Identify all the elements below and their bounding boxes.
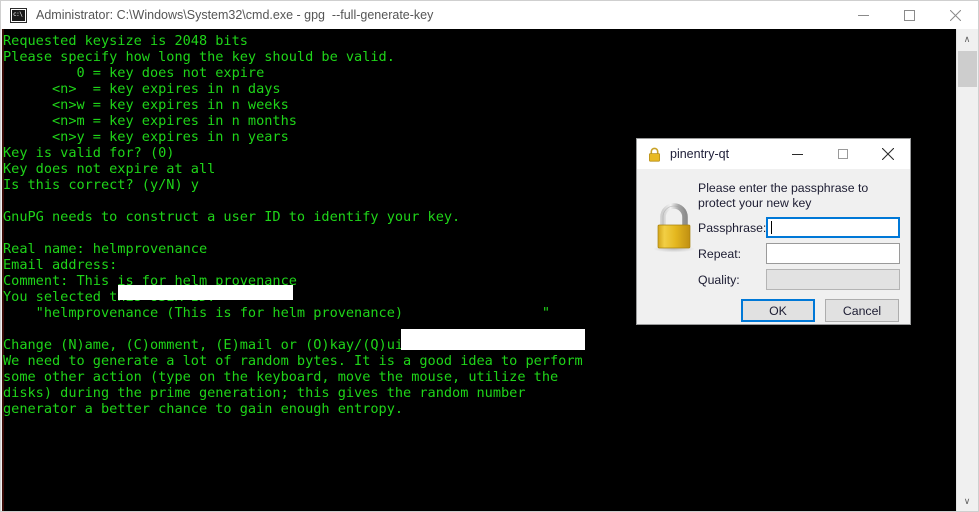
screen: Administrator: C:\Windows\System32\cmd.e… bbox=[0, 0, 979, 512]
text-caret bbox=[771, 221, 772, 234]
repeat-field-row: Repeat: bbox=[698, 243, 900, 264]
maximize-button[interactable] bbox=[886, 1, 932, 29]
cancel-button[interactable]: Cancel bbox=[825, 299, 899, 322]
cmd-title-bar[interactable]: Administrator: C:\Windows\System32\cmd.e… bbox=[1, 1, 978, 29]
scroll-down-icon[interactable]: ∨ bbox=[957, 491, 977, 511]
passphrase-field-row: Passphrase: bbox=[698, 217, 900, 238]
ok-button[interactable]: OK bbox=[741, 299, 815, 322]
dialog-title-bar[interactable]: pinentry-qt bbox=[637, 139, 910, 169]
dialog-close-button[interactable] bbox=[865, 139, 910, 169]
lock-icon bbox=[648, 147, 661, 162]
quality-meter bbox=[766, 269, 900, 290]
passphrase-label: Passphrase: bbox=[698, 220, 767, 235]
quality-label: Quality: bbox=[698, 272, 740, 287]
console-text: Requested keysize is 2048 bits Please sp… bbox=[3, 33, 583, 417]
dialog-window-controls bbox=[775, 139, 910, 169]
close-button[interactable] bbox=[932, 1, 978, 29]
user-id-redaction bbox=[401, 329, 585, 350]
email-address-redaction bbox=[118, 285, 293, 300]
repeat-label: Repeat: bbox=[698, 246, 742, 261]
quality-field-row: Quality: bbox=[698, 269, 900, 290]
cmd-window-title: Administrator: C:\Windows\System32\cmd.e… bbox=[36, 8, 434, 22]
dialog-prompt-text: Please enter the passphrase to protect y… bbox=[698, 181, 869, 210]
dialog-button-bar: OK Cancel bbox=[741, 299, 899, 322]
dialog-title: pinentry-qt bbox=[670, 147, 730, 161]
repeat-input[interactable] bbox=[766, 243, 900, 264]
passphrase-input[interactable] bbox=[766, 217, 900, 238]
scrollbar-thumb[interactable] bbox=[958, 51, 977, 87]
cmd-icon bbox=[10, 7, 27, 23]
pinentry-dialog: pinentry-qt Please enter the passphrase … bbox=[636, 138, 911, 325]
minimize-button[interactable] bbox=[840, 1, 886, 29]
console-vertical-scrollbar[interactable]: ∧ ∨ bbox=[956, 29, 977, 511]
cmd-window-controls bbox=[840, 1, 978, 29]
dialog-body: Please enter the passphrase to protect y… bbox=[637, 169, 910, 324]
dialog-minimize-button[interactable] bbox=[775, 139, 820, 169]
scroll-up-icon[interactable]: ∧ bbox=[957, 29, 977, 49]
dialog-maximize-button[interactable] bbox=[820, 139, 865, 169]
padlock-icon bbox=[651, 201, 697, 253]
